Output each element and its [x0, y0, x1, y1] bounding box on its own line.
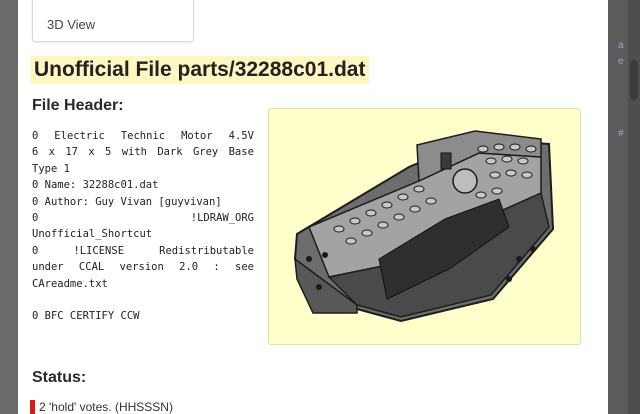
file-header-token: 0	[32, 130, 39, 142]
file-header-line: 0 BFC CERTIFY CCW	[32, 308, 254, 324]
file-header-token: Electric	[54, 130, 105, 142]
file-header-token: 17	[65, 146, 78, 159]
file-header-token: 0	[32, 212, 39, 225]
left-backdrop	[0, 0, 18, 414]
file-header-token: 5	[105, 146, 112, 159]
modal-panel: 3D View Unofficial File parts/32288c01.d…	[18, 0, 608, 414]
file-header-token: x	[88, 146, 95, 159]
file-header-line: 0 Name: 32288c01.dat	[32, 177, 254, 193]
file-header-line: 0 Electric Technic Motor 4.5V	[32, 128, 254, 144]
file-header-token: x	[48, 146, 55, 159]
file-header-heading: File Header:	[32, 97, 124, 114]
view-menu: 3D View	[32, 0, 194, 42]
status-text: 2 'hold' votes. (HHSSSN)	[39, 400, 173, 414]
file-header-token: Grey	[192, 146, 219, 159]
file-header-token: see	[235, 261, 254, 274]
file-header-token: CCAL	[78, 261, 105, 274]
file-header-token: 6	[32, 146, 39, 159]
file-header-token: 4.5V	[228, 130, 254, 142]
file-header-token: 2.0	[179, 261, 199, 274]
file-header-token: 0 Name: 32288c01.dat	[32, 179, 159, 192]
file-header-token: Dark	[157, 146, 183, 159]
scrollbar-thumb[interactable]	[630, 60, 638, 100]
file-header-token: version	[119, 261, 164, 274]
file-header-token: Motor	[181, 130, 213, 142]
file-header-line	[32, 292, 254, 308]
file-header-text: 0 Electric Technic Motor 4.5V 6 x 17 x 5 with Dark G…	[32, 128, 254, 325]
file-header-token: Redistributable	[159, 244, 254, 257]
file-header-token: !LICENSE	[73, 244, 125, 257]
file-header-line: Type 1	[32, 161, 254, 177]
motor-part-illustration	[293, 130, 555, 323]
file-header-token: 0 Author: Guy Vivan [guyvivan]	[32, 195, 222, 208]
file-header-token: with	[121, 146, 147, 159]
file-header-token: CAreadme.txt	[32, 277, 108, 290]
file-header-token: 0	[32, 244, 39, 257]
right-text-fragment: a	[618, 40, 624, 51]
scrollbar[interactable]	[628, 0, 640, 414]
page-title: Unofficial File parts/32288c01.dat	[30, 56, 370, 84]
file-header-line: 6 x 17 x 5 with Dark Grey Base	[32, 144, 254, 160]
file-header-line: under CCAL version 2.0: see	[32, 259, 254, 275]
file-header-line: CAreadme.txt	[32, 276, 254, 292]
file-header-token: !LDRAW_ORG	[190, 212, 254, 225]
status-line: 2 'hold' votes. (HHSSSN)	[30, 400, 173, 414]
file-header-token: :	[213, 261, 220, 274]
status-color-bar	[30, 400, 35, 414]
file-header-token: Base	[228, 146, 254, 159]
tab-3d-view[interactable]: 3D View	[47, 17, 95, 32]
part-preview-image	[268, 108, 581, 345]
file-header-line: Unofficial_Shortcut	[32, 226, 254, 242]
right-text-fragment: #	[618, 128, 624, 139]
status-heading: Status:	[32, 369, 87, 386]
file-header-line: 0 !LDRAW_ORG	[32, 210, 254, 226]
file-header-line: 0 !LICENSE Redistributable	[32, 243, 254, 259]
file-header-line: 0 Author: Guy Vivan [guyvivan]	[32, 194, 254, 210]
right-text-fragment: e	[618, 56, 624, 67]
file-header-token: Type 1	[32, 162, 70, 175]
file-header-token: Unofficial_Shortcut	[32, 228, 153, 241]
file-header-token: 0 BFC CERTIFY CCW	[32, 310, 140, 323]
file-header-token: Technic	[120, 130, 166, 142]
file-header-token: under	[32, 261, 64, 274]
